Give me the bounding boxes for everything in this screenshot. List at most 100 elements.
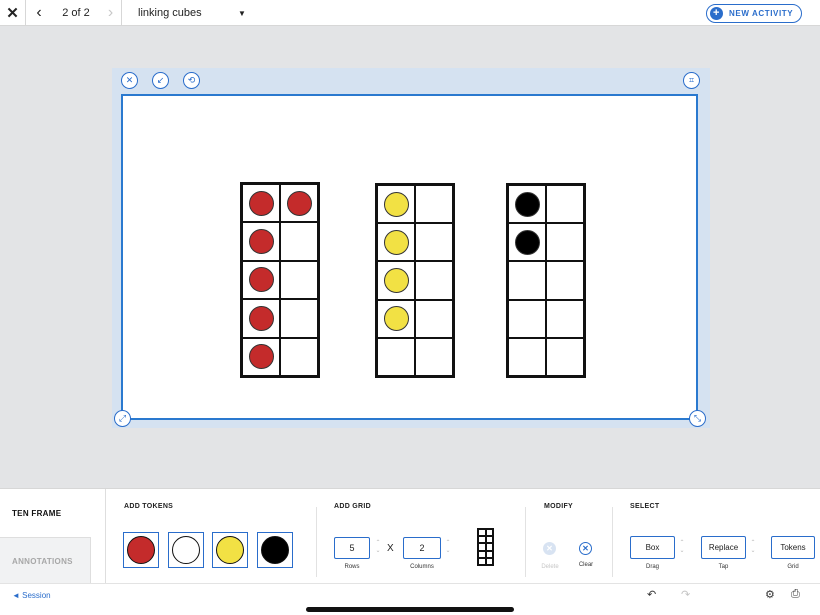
black-token-icon: [261, 536, 289, 564]
frame-cell[interactable]: [280, 260, 318, 300]
drag-mode-select[interactable]: Box: [630, 536, 675, 559]
redo-icon[interactable]: ↷: [681, 588, 690, 601]
frame-cell[interactable]: [377, 185, 415, 224]
frame-cell[interactable]: [242, 260, 280, 300]
activity-title: linking cubes: [138, 7, 202, 19]
frame-cell[interactable]: [546, 299, 584, 338]
frame-cell[interactable]: [377, 223, 415, 262]
chevron-down-icon: ▼: [238, 8, 246, 18]
token[interactable]: [286, 190, 312, 216]
close-canvas-icon[interactable]: ✕: [121, 72, 138, 89]
chevron-up-icon: ⌃: [750, 540, 756, 546]
frame-cell[interactable]: [508, 337, 546, 376]
grid-mode-select[interactable]: Tokens: [771, 536, 815, 559]
frame-cell[interactable]: [546, 261, 584, 300]
frame-cell[interactable]: [280, 299, 318, 338]
tap-mode-stepper[interactable]: ⌃ ⌄: [749, 539, 757, 555]
rows-stepper[interactable]: ⌃ ⌄: [374, 539, 382, 555]
frame-cell[interactable]: [377, 299, 415, 338]
token[interactable]: [248, 344, 274, 370]
delete-label: Delete: [541, 564, 559, 570]
delete-icon[interactable]: ✕: [543, 542, 556, 555]
new-activity-label: NEW ACTIVITY: [729, 9, 794, 18]
frame-cell[interactable]: [546, 185, 584, 224]
tab-annotations[interactable]: ANNOTATIONS: [0, 537, 91, 584]
columns-input[interactable]: 2: [403, 537, 441, 559]
frame-cell[interactable]: [508, 223, 546, 262]
frame-cell[interactable]: [377, 261, 415, 300]
new-activity-button[interactable]: + NEW ACTIVITY: [706, 4, 802, 23]
rotate-icon[interactable]: ⟲: [183, 72, 200, 89]
footer-bar: ◄ Session ↶ ↷ ⚙ ⎙: [0, 583, 820, 615]
ten-frame-yellow[interactable]: [375, 183, 455, 378]
shrink-icon[interactable]: ↙: [152, 72, 169, 89]
grid-preview-icon[interactable]: [477, 528, 494, 566]
crop-icon[interactable]: ⌗: [683, 72, 700, 89]
frame-cell[interactable]: [280, 222, 318, 261]
clear-icon[interactable]: ✕: [579, 542, 592, 555]
ten-frame-black[interactable]: [506, 183, 586, 378]
close-icon[interactable]: ✕: [0, 0, 26, 26]
ten-frame-red[interactable]: [240, 182, 320, 378]
frame-cell[interactable]: [415, 337, 453, 376]
page-indicator: 2 of 2: [62, 7, 90, 19]
frame-cell[interactable]: [546, 337, 584, 376]
columns-label: Columns: [410, 564, 434, 570]
session-link[interactable]: ◄ Session: [12, 591, 51, 600]
resize-right-icon[interactable]: ⤡: [689, 410, 706, 427]
frame-cell[interactable]: [508, 185, 546, 224]
frame-cell[interactable]: [377, 337, 415, 376]
token-white-button[interactable]: [168, 532, 204, 568]
columns-stepper[interactable]: ⌃ ⌄: [444, 539, 452, 555]
chevron-down-icon: ⌄: [679, 548, 685, 554]
tab-ten-frame[interactable]: TEN FRAME: [0, 489, 105, 537]
add-tokens-title: ADD TOKENS: [124, 503, 174, 510]
token[interactable]: [514, 229, 540, 255]
chevron-up-icon: ⌃: [679, 540, 685, 546]
rows-input[interactable]: 5: [334, 537, 370, 559]
chevron-up-icon: ⌃: [375, 540, 381, 546]
frame-cell[interactable]: [508, 261, 546, 300]
frame-cell[interactable]: [242, 184, 280, 223]
token[interactable]: [248, 229, 274, 255]
frame-cell[interactable]: [242, 337, 280, 376]
clear-label: Clear: [578, 562, 594, 568]
token-black-button[interactable]: [257, 532, 293, 568]
token[interactable]: [248, 305, 274, 331]
grid-label: Grid: [787, 564, 799, 570]
frame-cell[interactable]: [415, 261, 453, 300]
frame-cell[interactable]: [415, 185, 453, 224]
frame-cell[interactable]: [280, 184, 318, 223]
token[interactable]: [248, 267, 274, 293]
undo-icon[interactable]: ↶: [647, 588, 656, 601]
frame-cell[interactable]: [415, 299, 453, 338]
drag-mode-stepper[interactable]: ⌃ ⌄: [678, 539, 686, 555]
times-sign: X: [387, 543, 394, 554]
frame-cell[interactable]: [242, 222, 280, 261]
frame-cell[interactable]: [546, 223, 584, 262]
frame-cell[interactable]: [242, 299, 280, 338]
token[interactable]: [383, 191, 409, 217]
chevron-up-icon: ⌃: [445, 540, 451, 546]
token[interactable]: [383, 267, 409, 293]
token[interactable]: [383, 229, 409, 255]
token[interactable]: [248, 190, 274, 216]
resize-left-icon[interactable]: ⤢: [114, 410, 131, 427]
frame-cell[interactable]: [508, 299, 546, 338]
forward-icon[interactable]: ›: [100, 0, 122, 26]
back-icon[interactable]: ‹: [26, 0, 52, 26]
print-icon[interactable]: ⎙: [791, 588, 800, 601]
tool-panel: TEN FRAME ANNOTATIONS ADD TOKENS ADD GRI…: [0, 488, 820, 584]
token[interactable]: [514, 191, 540, 217]
divider: [316, 507, 317, 577]
activity-title-dropdown[interactable]: linking cubes ▼: [138, 0, 258, 26]
token-yellow-button[interactable]: [212, 532, 248, 568]
divider: [612, 507, 613, 577]
frame-cell[interactable]: [280, 337, 318, 376]
token-red-button[interactable]: [123, 532, 159, 568]
tap-mode-select[interactable]: Replace: [701, 536, 746, 559]
tap-label: Tap: [718, 564, 729, 570]
frame-cell[interactable]: [415, 223, 453, 262]
token[interactable]: [383, 306, 409, 332]
settings-icon[interactable]: ⚙: [765, 588, 775, 601]
